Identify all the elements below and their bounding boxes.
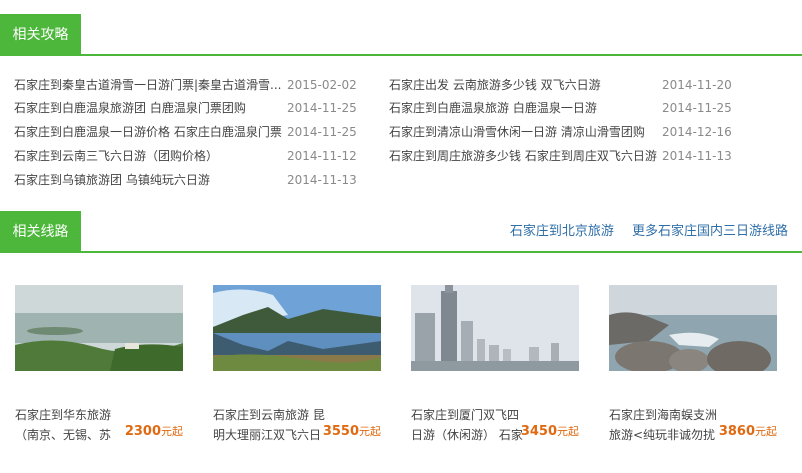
price-value: 3450 bbox=[520, 424, 557, 439]
article-date: 2014-11-12 bbox=[287, 149, 357, 163]
price-unit: 元起 bbox=[755, 425, 777, 438]
article-item[interactable]: 石家庄到秦皇古道滑雪一日游门票|秦皇古道滑雪... 2015-02-02 bbox=[14, 74, 374, 96]
route-price: 3550元起 bbox=[323, 423, 381, 439]
route-image-sea-rocks[interactable] bbox=[609, 285, 777, 371]
article-title[interactable]: 石家庄到白鹿温泉一日游价格 石家庄白鹿温泉门票 bbox=[14, 121, 282, 143]
article-date: 2014-12-16 bbox=[662, 125, 732, 139]
article-item[interactable]: 石家庄到周庄旅游多少钱 石家庄到周庄双飞六日游 2014-11-13 bbox=[389, 145, 749, 167]
article-date: 2014-11-25 bbox=[287, 101, 357, 115]
article-date: 2015-02-02 bbox=[287, 78, 357, 92]
route-price: 2300元起 bbox=[125, 423, 183, 439]
price-unit: 元起 bbox=[359, 425, 381, 438]
article-item[interactable]: 石家庄到乌镇旅游团 乌镇纯玩六日游 2014-11-13 bbox=[14, 169, 374, 191]
article-title[interactable]: 石家庄到白鹿温泉旅游 白鹿温泉一日游 bbox=[389, 97, 657, 119]
route-image-city-skyline[interactable] bbox=[411, 285, 579, 371]
route-card[interactable]: 石家庄到海南蜈支洲旅游<纯玩非诚勿扰六日游> 3860元起 bbox=[609, 285, 779, 442]
article-date: 2014-11-13 bbox=[662, 149, 732, 163]
related-guides-tab: 相关攻略 bbox=[0, 14, 81, 56]
related-guides-header: 相关攻略 bbox=[0, 14, 802, 56]
route-title[interactable]: 石家庄到海南蜈支洲旅游<纯玩非诚勿扰六日游> bbox=[609, 405, 721, 445]
article-date: 2014-11-25 bbox=[662, 101, 732, 115]
route-card[interactable]: 石家庄到云南旅游 昆明大理丽江双飞六日4+5... 3550元起 bbox=[213, 285, 383, 442]
route-price: 3860元起 bbox=[719, 423, 777, 439]
beijing-travel-link[interactable]: 石家庄到北京旅游 bbox=[510, 224, 614, 239]
article-item[interactable]: 石家庄到白鹿温泉旅游 白鹿温泉一日游 2014-11-25 bbox=[389, 97, 749, 119]
article-item[interactable]: 石家庄到清凉山滑雪休闲一日游 清凉山滑雪团购 2014-12-16 bbox=[389, 121, 749, 143]
price-value: 3860 bbox=[718, 424, 755, 439]
article-item[interactable]: 石家庄出发 云南旅游多少钱 双飞六日游 2014-11-20 bbox=[389, 74, 749, 96]
price-unit: 元起 bbox=[557, 425, 579, 438]
article-date: 2014-11-13 bbox=[287, 173, 357, 187]
price-value: 2300 bbox=[124, 424, 161, 439]
price-unit: 元起 bbox=[161, 425, 183, 438]
article-title[interactable]: 石家庄到清凉山滑雪休闲一日游 清凉山滑雪团购 bbox=[389, 121, 657, 143]
route-card[interactable]: 石家庄到华东旅游（南京、无锡、苏州、杭... 2300元起 bbox=[15, 285, 185, 442]
related-routes-tab: 相关线路 bbox=[0, 211, 81, 253]
route-links: 石家庄到北京旅游 更多石家庄国内三日游线路 bbox=[496, 222, 788, 242]
article-date: 2014-11-25 bbox=[287, 125, 357, 139]
route-title[interactable]: 石家庄到华东旅游（南京、无锡、苏州、杭... bbox=[15, 405, 127, 445]
route-price: 3450元起 bbox=[521, 423, 579, 439]
price-value: 3550 bbox=[322, 424, 359, 439]
article-title[interactable]: 石家庄出发 云南旅游多少钱 双飞六日游 bbox=[389, 74, 657, 96]
article-item[interactable]: 石家庄到云南三飞六日游（团购价格） 2014-11-12 bbox=[14, 145, 374, 167]
article-title[interactable]: 石家庄到周庄旅游多少钱 石家庄到周庄双飞六日游 bbox=[389, 145, 657, 167]
article-title[interactable]: 石家庄到白鹿温泉旅游团 白鹿温泉门票团购 bbox=[14, 97, 282, 119]
article-title[interactable]: 石家庄到秦皇古道滑雪一日游门票|秦皇古道滑雪... bbox=[14, 74, 282, 96]
more-routes-link[interactable]: 更多石家庄国内三日游线路 bbox=[632, 224, 788, 239]
article-title[interactable]: 石家庄到乌镇旅游团 乌镇纯玩六日游 bbox=[14, 169, 282, 191]
route-title[interactable]: 石家庄到云南旅游 昆明大理丽江双飞六日4+5... bbox=[213, 405, 325, 445]
route-title[interactable]: 石家庄到厦门双飞四日游（休闲游） 石家庄到... bbox=[411, 405, 523, 445]
route-card[interactable]: 石家庄到厦门双飞四日游（休闲游） 石家庄到... 3450元起 bbox=[411, 285, 581, 442]
article-item[interactable]: 石家庄到白鹿温泉一日游价格 石家庄白鹿温泉门票 2014-11-25 bbox=[14, 121, 374, 143]
route-image-mountain-lake[interactable] bbox=[213, 285, 381, 371]
article-item[interactable]: 石家庄到白鹿温泉旅游团 白鹿温泉门票团购 2014-11-25 bbox=[14, 97, 374, 119]
article-title[interactable]: 石家庄到云南三飞六日游（团购价格） bbox=[14, 145, 282, 167]
route-image-lake[interactable] bbox=[15, 285, 183, 371]
article-date: 2014-11-20 bbox=[662, 78, 732, 92]
